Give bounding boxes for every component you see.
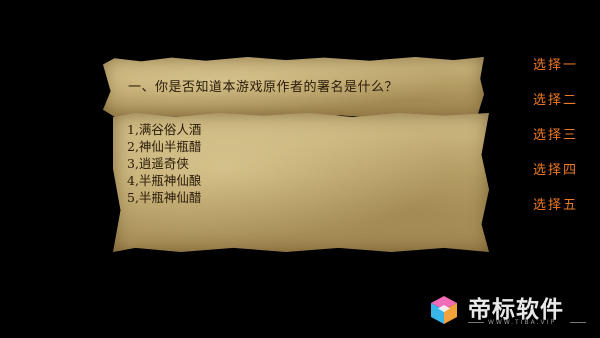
question-text: 一、你是否知道本游戏原作者的署名是什么？ xyxy=(128,80,399,95)
answer-list: 1,满谷俗人酒 2,神仙半瓶醋 3,逍遥奇侠 4,半瓶神仙酿 5,半瓶神仙醋 xyxy=(127,121,201,206)
choice-button-2[interactable]: 选择二 xyxy=(533,93,578,128)
choice-menu: 选择一 选择二 选择三 选择四 选择五 xyxy=(533,58,578,233)
answer-option-2[interactable]: 2,神仙半瓶醋 xyxy=(127,138,201,155)
choice-button-1[interactable]: 选择一 xyxy=(533,58,578,93)
choice-button-3[interactable]: 选择三 xyxy=(533,128,578,163)
answer-option-4[interactable]: 4,半瓶神仙酿 xyxy=(127,172,201,189)
answer-option-3[interactable]: 3,逍遥奇侠 xyxy=(127,155,201,172)
choice-button-4[interactable]: 选择四 xyxy=(533,163,578,198)
choice-button-5[interactable]: 选择五 xyxy=(533,198,578,233)
cube-logo-icon xyxy=(431,296,457,324)
watermark-rule-right xyxy=(570,322,586,323)
watermark-subtitle: WWW.TIBA.VIP xyxy=(488,319,556,326)
watermark: 帝标软件 WWW.TIBA.VIP xyxy=(426,290,600,338)
answer-option-1[interactable]: 1,满谷俗人酒 xyxy=(127,121,201,138)
answer-option-5[interactable]: 5,半瓶神仙醋 xyxy=(127,189,201,206)
watermark-rule-left xyxy=(468,322,484,323)
game-screen: 一、你是否知道本游戏原作者的署名是什么？ 1,满谷俗人酒 2,神仙半瓶醋 3,逍… xyxy=(0,0,600,338)
